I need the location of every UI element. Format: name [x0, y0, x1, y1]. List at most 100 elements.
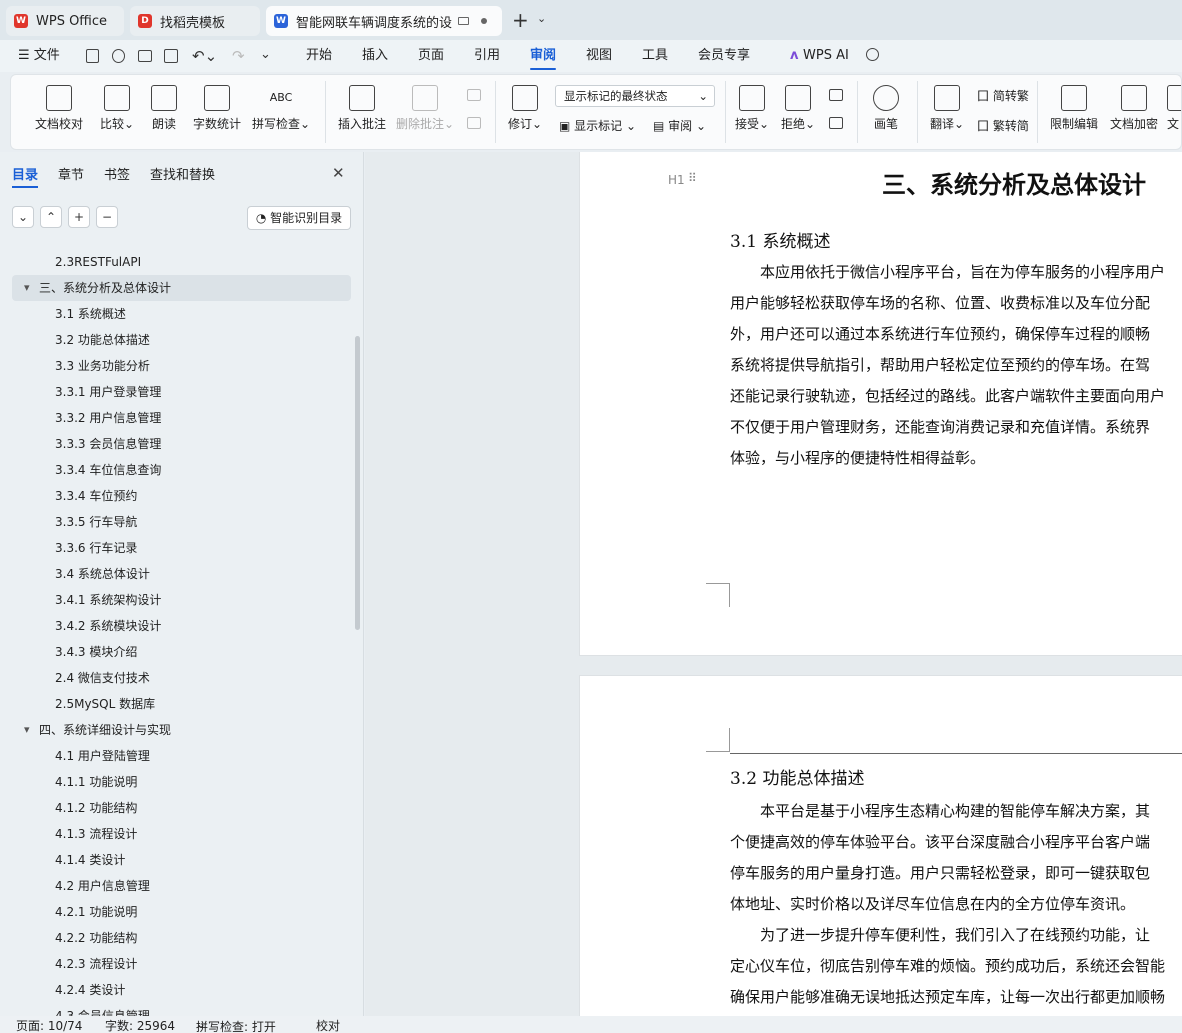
compare-button[interactable]: 比较⌄: [97, 85, 137, 132]
toc-item[interactable]: 3.1 系统概述: [0, 301, 352, 327]
tab-bookmarks[interactable]: 书签: [104, 164, 130, 183]
toc-item[interactable]: ▾ 四、系统详细设计与实现: [0, 717, 352, 743]
prev-comment-icon[interactable]: [467, 89, 481, 101]
toc-item[interactable]: 3.3.1 用户登录管理: [0, 379, 352, 405]
toc-item[interactable]: 3.3.6 行车记录: [0, 535, 352, 561]
toc-item[interactable]: 2.4 微信支付技术: [0, 665, 352, 691]
add-heading-button[interactable]: +: [68, 206, 90, 228]
spell-check-indicator[interactable]: 拼写检查: 打开 ⌄: [196, 1017, 276, 1033]
expand-down-button[interactable]: ⌄: [12, 206, 34, 228]
chevron-down-icon[interactable]: ⌄: [537, 12, 546, 25]
file-menu[interactable]: ☰ 文件: [18, 40, 60, 72]
prev-change-icon[interactable]: [829, 89, 843, 101]
to-traditional-label: 简转繁: [992, 89, 1029, 103]
toc-item[interactable]: 4.1.2 功能结构: [0, 795, 352, 821]
to-simplified-button[interactable]: 囗 繁转简: [977, 117, 1029, 134]
proofread-button[interactable]: 文档校对: [29, 85, 89, 132]
menu-tools[interactable]: 工具: [642, 40, 668, 72]
toc-item[interactable]: 4.2.4 类设计: [0, 977, 352, 1003]
undo-icon[interactable]: ↶⌄: [192, 47, 217, 65]
print-icon[interactable]: [138, 50, 152, 62]
show-markup-button[interactable]: ▣ 显示标记 ⌄: [559, 117, 636, 134]
smart-toc-label: 智能识别目录: [270, 211, 343, 225]
collapse-up-button[interactable]: ⌃: [40, 206, 62, 228]
menu-page[interactable]: 页面: [418, 40, 444, 72]
toc-item[interactable]: 3.3.4 车位预约: [0, 483, 352, 509]
read-aloud-button[interactable]: 朗读: [147, 85, 181, 132]
restrict-edit-button[interactable]: 限制编辑: [1047, 85, 1101, 132]
tab-find-replace[interactable]: 查找和替换: [150, 164, 215, 183]
more-ribbon-button[interactable]: 文: [1167, 85, 1181, 132]
toc-item[interactable]: 4.1.4 类设计: [0, 847, 352, 873]
pen-button[interactable]: 画笔: [871, 85, 901, 132]
drag-handle-icon[interactable]: ⠿: [688, 171, 697, 185]
toc-item[interactable]: 3.3.3 会员信息管理: [0, 431, 352, 457]
word-count-button[interactable]: 字数统计: [191, 85, 243, 132]
toc-item[interactable]: 3.4.3 模块介绍: [0, 639, 352, 665]
to-traditional-button[interactable]: 囗 简转繁: [977, 87, 1029, 104]
page-indicator[interactable]: 页面: 10/74: [16, 1017, 82, 1033]
menu-insert[interactable]: 插入: [362, 40, 388, 72]
word-count-indicator[interactable]: 字数: 25964: [105, 1017, 175, 1033]
review-pane-button[interactable]: ▤ 审阅 ⌄: [653, 117, 706, 134]
insert-comment-button[interactable]: 插入批注: [335, 85, 389, 132]
toc-item[interactable]: 4.1.1 功能说明: [0, 769, 352, 795]
toc-item[interactable]: 3.4 系统总体设计: [0, 561, 352, 587]
toc-item[interactable]: 3.3.5 行车导航: [0, 509, 352, 535]
toc-item[interactable]: 3.3.2 用户信息管理: [0, 405, 352, 431]
toc-item[interactable]: 4.1 用户登陆管理: [0, 743, 352, 769]
tab-label: 找稻壳模板: [160, 15, 226, 31]
new-tab-button[interactable]: +: [512, 8, 529, 32]
caret-down-icon[interactable]: ▾: [24, 717, 30, 743]
toc-item[interactable]: 4.2 用户信息管理: [0, 873, 352, 899]
tab-chapters[interactable]: 章节: [58, 164, 84, 183]
delete-comment-button[interactable]: 删除批注⌄: [395, 85, 455, 132]
sidebar-scrollbar[interactable]: [355, 336, 360, 630]
next-change-icon[interactable]: [829, 117, 843, 129]
toc-item[interactable]: 4.2.3 流程设计: [0, 951, 352, 977]
toc-item[interactable]: 4.2.2 功能结构: [0, 925, 352, 951]
toc-item[interactable]: 2.5MySQL 数据库: [0, 691, 352, 717]
spell-check-button[interactable]: ABC 拼写检查⌄: [251, 85, 311, 132]
toc-item[interactable]: 3.4.2 系统模块设计: [0, 613, 352, 639]
menu-review[interactable]: 审阅: [530, 40, 557, 72]
close-icon[interactable]: ✕: [332, 164, 345, 182]
accept-button[interactable]: 接受⌄: [733, 85, 771, 132]
next-comment-icon[interactable]: [467, 117, 481, 129]
toc-item[interactable]: 3.3.4 车位信息查询: [0, 457, 352, 483]
remove-heading-button[interactable]: −: [96, 206, 118, 228]
tab-docer[interactable]: D 找稻壳模板: [130, 6, 260, 36]
markup-state-select[interactable]: 显示标记的最终状态 ⌄: [555, 85, 715, 107]
print-preview-icon[interactable]: [164, 49, 178, 63]
revise-button[interactable]: 修订⌄: [505, 85, 545, 132]
toc-item[interactable]: 2.3RESTFulAPI: [0, 249, 352, 275]
search-icon[interactable]: [866, 48, 879, 61]
smart-toc-button[interactable]: ◔ 智能识别目录: [247, 206, 351, 230]
more-quick-icon[interactable]: ⌄: [260, 47, 271, 62]
proof-indicator[interactable]: 校对: [316, 1017, 340, 1033]
wps-ai-button[interactable]: ʌ WPS AI: [790, 40, 849, 72]
menu-home[interactable]: 开始: [306, 40, 332, 72]
tab-wps-office[interactable]: W WPS Office: [6, 6, 124, 36]
redo-icon[interactable]: ↷: [232, 47, 245, 65]
save-icon[interactable]: [86, 49, 99, 63]
toc-item[interactable]: 3.4.1 系统架构设计: [0, 587, 352, 613]
toc-item[interactable]: ▾ 三、系统分析及总体设计: [12, 275, 351, 301]
toc-item[interactable]: 4.2.1 功能说明: [0, 899, 352, 925]
translate-button[interactable]: 翻译⌄: [927, 85, 967, 132]
toc-item[interactable]: 3.3 业务功能分析: [0, 353, 352, 379]
share-icon[interactable]: [112, 49, 125, 63]
toc-item[interactable]: 3.2 功能总体描述: [0, 327, 352, 353]
toc-item-label: 3.4 系统总体设计: [55, 567, 150, 581]
heading-marker[interactable]: H1: [668, 173, 685, 187]
toc-item[interactable]: 4.1.3 流程设计: [0, 821, 352, 847]
caret-down-icon[interactable]: ▾: [24, 275, 30, 301]
menu-vip[interactable]: 会员专享: [698, 40, 750, 72]
toc-item-label: 4.1 用户登陆管理: [55, 749, 150, 763]
tab-document[interactable]: W 智能网联车辆调度系统的设计与: [266, 6, 502, 36]
menu-reference[interactable]: 引用: [474, 40, 500, 72]
menu-view[interactable]: 视图: [586, 40, 612, 72]
encrypt-button[interactable]: 文档加密: [1107, 85, 1161, 132]
reject-button[interactable]: 拒绝⌄: [779, 85, 817, 132]
tab-toc[interactable]: 目录: [12, 164, 38, 183]
